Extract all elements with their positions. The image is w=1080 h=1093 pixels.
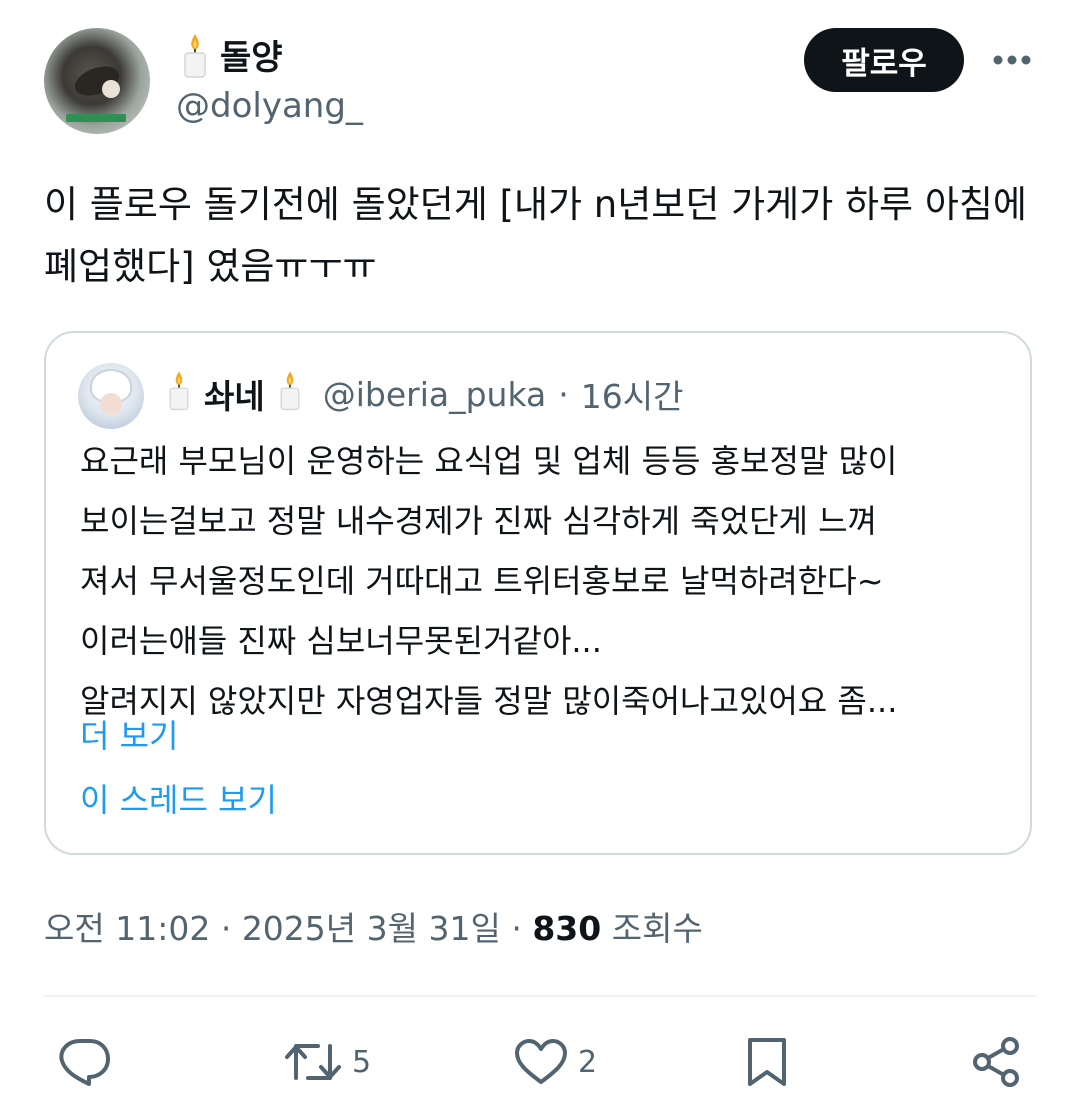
candle-emoji-icon (275, 369, 305, 419)
more-horizontal-icon (993, 55, 1031, 65)
bookmark-icon (748, 1038, 786, 1086)
quoted-separator: · (558, 374, 569, 414)
quoted-time[interactable]: 16시간 (581, 370, 684, 418)
share-icon (973, 1037, 1019, 1087)
candle-emoji-icon (178, 32, 212, 78)
bookmark-button[interactable] (746, 1034, 788, 1090)
tweet-detail: 돌양 @dolyang_ 팔로우 이 플로우 돌기전에 돌았던게 [내가 n년보… (0, 0, 1080, 1093)
quoted-text-line: 이러는애들 진짜 심보너무못된거같아... (80, 622, 602, 660)
views-count: 830 (532, 909, 602, 948)
quoted-handle[interactable]: @iberia_puka (323, 375, 547, 414)
views-label: 조회수 (611, 909, 703, 948)
tweet-text: 이 플로우 돌기전에 돌았던게 [내가 n년보던 가게가 하루 아침에 폐업했다… (44, 183, 1039, 288)
quoted-display-name[interactable]: 솨네 (204, 370, 265, 418)
retweet-icon (285, 1044, 341, 1080)
like-count: 2 (578, 1044, 598, 1080)
meta-separator: · (220, 909, 232, 948)
candle-emoji-icon (164, 369, 194, 419)
quoted-text-line: 요근래 부모님이 운영하는 요식업 및 업체 등등 홍보정말 많이 (80, 442, 898, 480)
author-name-row[interactable]: 돌양 (178, 30, 283, 79)
tweet-time[interactable]: 오전 11:02 (44, 909, 210, 948)
show-thread-link[interactable]: 이 스레드 보기 (80, 775, 277, 821)
show-more-link[interactable]: 더 보기 (80, 711, 179, 757)
tweet-date[interactable]: 2025년 3월 31일 (242, 909, 501, 948)
retweet-count: 5 (352, 1044, 372, 1080)
tweet-meta: 오전 11:02 · 2025년 3월 31일 · 830 조회수 (44, 902, 703, 950)
meta-separator: · (511, 909, 522, 948)
share-button[interactable] (970, 1034, 1022, 1090)
quoted-text: 요근래 부모님이 운영하는 요식업 및 업체 등등 홍보정말 많이 보이는걸보고… (80, 431, 1010, 731)
author-handle[interactable]: @dolyang_ (176, 86, 363, 126)
quoted-text-line: 보이는걸보고 정말 내수경제가 진짜 심각하게 죽었단게 느껴 (80, 502, 878, 540)
quoted-text-line: 알려지지 않았지만 자영업자들 정말 많이죽어나고있어요 좀... (80, 682, 898, 720)
reply-icon (59, 1039, 110, 1086)
retweet-button[interactable]: 5 (284, 1034, 371, 1090)
divider (44, 995, 1036, 997)
quoted-author-avatar[interactable] (78, 363, 144, 429)
author-avatar[interactable] (44, 28, 150, 134)
quoted-header: 솨네 @iberia_puka · 16시간 (164, 369, 683, 419)
quoted-text-line: 져서 무서울정도인데 거따대고 트위터홍보로 날먹하려한다~ (80, 562, 884, 600)
reply-button[interactable] (58, 1034, 122, 1090)
heart-icon (515, 1039, 567, 1084)
more-options-button[interactable] (988, 40, 1036, 80)
author-display-name[interactable]: 돌양 (220, 30, 283, 79)
quoted-tweet-card[interactable]: 솨네 @iberia_puka · 16시간 요근래 부모님이 운영하는 요식업… (44, 331, 1032, 855)
like-button[interactable]: 2 (514, 1034, 597, 1090)
follow-button[interactable]: 팔로우 (804, 28, 964, 92)
